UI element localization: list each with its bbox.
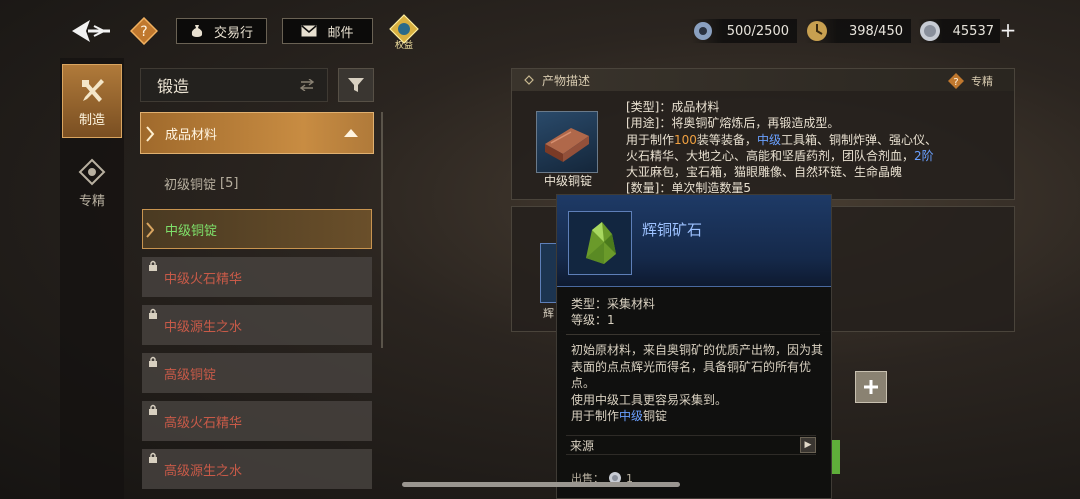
- mail-icon: [301, 25, 317, 37]
- copper-ingot-icon: [545, 128, 589, 162]
- collapse-icon: [344, 129, 358, 137]
- description-header: 产物描述: [512, 69, 1014, 91]
- desc-line4: 火石精华、大地之心、高能和坚盾药剂，团队合剂血，2阶: [626, 148, 934, 163]
- add-quantity-button[interactable]: [855, 371, 887, 403]
- silver-coin-icon: [920, 21, 940, 41]
- resource-stamina: 398/450: [805, 19, 911, 43]
- resource-value: 398/450: [848, 23, 903, 39]
- list-scrollbar[interactable]: [381, 112, 383, 348]
- chevron-right-icon: [146, 126, 155, 142]
- lock-icon: [149, 452, 157, 463]
- tooltip-divider: [566, 334, 820, 335]
- rights-label: 权益: [394, 41, 413, 51]
- tooltip-desc-use: 用于制作中级铜锭: [571, 409, 668, 423]
- desc-type: [类型]：成品材料: [626, 100, 720, 114]
- tooltip-description: 初始原材料，来自奥铜矿的优质产出物，因为其表面的点点辉光而得名，具备铜矿石的所有…: [571, 342, 823, 425]
- list-item-label: 初级铜锭: [164, 177, 217, 193]
- resource-value: 45537: [952, 23, 994, 39]
- mail-label: 邮件: [327, 25, 354, 41]
- stamina-icon: [807, 21, 827, 41]
- mail-button[interactable]: 邮件: [282, 18, 373, 44]
- rights-button[interactable]: 权益: [386, 14, 422, 52]
- tooltip-level: 等级：1: [571, 313, 615, 327]
- help-icon: ?: [948, 73, 964, 89]
- back-button[interactable]: [64, 14, 118, 48]
- category-selected: 锻造: [157, 77, 190, 96]
- filter-icon: [348, 78, 364, 92]
- description-header-label: 产物描述: [542, 73, 591, 88]
- moneybag-icon: [191, 25, 203, 37]
- ore-crystal-icon: [586, 222, 616, 264]
- rail-item-specialty[interactable]: 专精: [62, 146, 122, 220]
- source-row[interactable]: 来源 ▶: [566, 435, 816, 455]
- tooltip-title: 辉铜矿石: [642, 221, 703, 239]
- product-name: 中级铜锭: [543, 174, 592, 188]
- filter-button[interactable]: [338, 68, 374, 102]
- list-item-locked[interactable]: 中级源生之水: [142, 305, 372, 345]
- back-arrow-icon: [72, 20, 110, 42]
- specialty-label: 专精: [971, 75, 993, 88]
- source-label: 来源: [570, 438, 595, 453]
- swap-icon: [299, 79, 315, 91]
- list-item-selected[interactable]: 中级铜锭: [142, 209, 372, 249]
- list-item-count: [5]: [220, 175, 239, 191]
- trade-label: 交易行: [213, 25, 253, 41]
- resource-silver: 45537: [918, 19, 1000, 43]
- list-item-label: 高级铜锭: [164, 367, 217, 383]
- resource-value: 500/2500: [726, 23, 789, 39]
- chevron-right-icon: [146, 222, 154, 238]
- material-label: 辉: [543, 307, 554, 320]
- trade-button[interactable]: 交易行: [176, 18, 267, 44]
- specialty-icon: [78, 158, 106, 185]
- specialty-badge[interactable]: ? 专精: [947, 72, 993, 90]
- tooltip-info: 类型：采集材料 等级：1: [571, 296, 655, 328]
- desc-line5: 大亚麻包，宝石箱，猫眼雕像、自然环链、生命晶魄: [626, 165, 903, 180]
- lock-icon: [149, 404, 157, 415]
- category-dropdown[interactable]: 锻造: [140, 68, 328, 102]
- svg-text:?: ?: [953, 77, 958, 88]
- list-item-label: 中级铜锭: [165, 223, 218, 239]
- product-description: [类型]：成品材料 [用途]：将奥铜矿熔炼后，再锻造成型。 用于制作100装等装…: [626, 99, 1006, 197]
- tooltip-item-icon: [568, 211, 632, 275]
- list-item-label: 中级源生之水: [164, 319, 243, 335]
- desc-use: [用途]：将奥铜矿熔炼后，再锻造成型。: [626, 116, 840, 131]
- list-group-label: 成品材料: [165, 127, 218, 143]
- help-icon: ?: [129, 16, 159, 46]
- list-item[interactable]: 初级铜锭 [5]: [142, 163, 372, 203]
- tooltip-type: 类型：采集材料: [571, 297, 656, 311]
- lock-icon: [149, 308, 157, 319]
- rail-item-label: 专精: [78, 193, 105, 209]
- rail-item-craft[interactable]: 制造: [62, 64, 122, 138]
- add-silver-button[interactable]: +: [999, 19, 1017, 43]
- list-group-header[interactable]: 成品材料: [140, 112, 374, 154]
- list-item-locked[interactable]: 高级火石精华: [142, 401, 372, 441]
- lock-icon: [149, 260, 157, 271]
- plus-icon: [864, 380, 878, 394]
- chevron-right-icon: ▶: [800, 437, 816, 453]
- list-item-locked[interactable]: 高级铜锭: [142, 353, 372, 393]
- list-item-label: 高级源生之水: [164, 463, 243, 479]
- desc-line3: 用于制作100装等装备，中级工具箱、铜制炸弹、强心仪、: [626, 132, 937, 147]
- hammer-icon: [82, 78, 104, 102]
- list-item-label: 中级火石精华: [164, 271, 243, 287]
- list-item-locked[interactable]: 中级火石精华: [142, 257, 372, 297]
- list-item-label: 高级火石精华: [164, 415, 243, 431]
- list-item-locked[interactable]: 高级源生之水: [142, 449, 372, 489]
- svg-text:?: ?: [140, 24, 147, 40]
- diamond-ornament-icon: [524, 75, 534, 85]
- tooltip-desc-text: 初始原材料，来自奥铜矿的优质产出物，因为其表面的点点辉光而得名，具备铜矿石的所有…: [571, 343, 824, 390]
- lock-icon: [149, 356, 157, 367]
- rail-item-label: 制造: [78, 112, 105, 128]
- resource-energy: 500/2500: [691, 19, 797, 43]
- gear-icon: [694, 22, 712, 40]
- tooltip-desc-hint: 使用中级工具更容易采集到。: [571, 392, 728, 407]
- home-indicator[interactable]: [402, 482, 680, 487]
- help-button[interactable]: ?: [129, 16, 159, 46]
- product-icon[interactable]: [536, 111, 598, 173]
